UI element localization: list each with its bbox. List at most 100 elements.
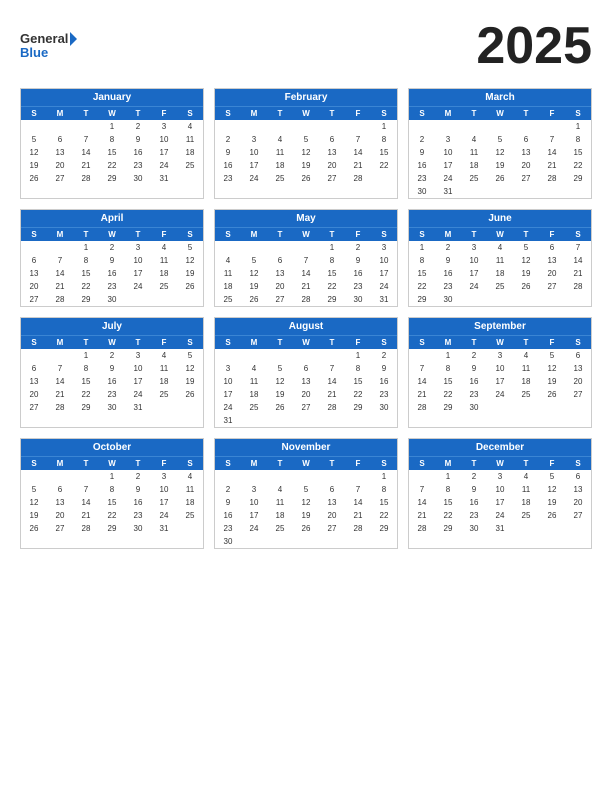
day-headers-row: SMTWTFS xyxy=(21,456,203,470)
day-cell: 27 xyxy=(47,522,73,535)
day-cell: 31 xyxy=(151,522,177,535)
day-cell: 13 xyxy=(47,496,73,509)
day-cell xyxy=(539,185,565,198)
day-cell: 8 xyxy=(371,483,397,496)
day-cell: 16 xyxy=(215,159,241,172)
day-cell: 4 xyxy=(241,362,267,375)
day-cell: 18 xyxy=(177,496,203,509)
day-cell: 29 xyxy=(73,293,99,306)
day-cell xyxy=(21,349,47,362)
day-cell: 26 xyxy=(487,172,513,185)
month-header-august: August xyxy=(215,318,397,335)
day-cell: 16 xyxy=(215,509,241,522)
days-grid: 1234567891011121314151617181920212223242… xyxy=(21,349,203,414)
day-cell: 4 xyxy=(267,133,293,146)
day-header-label: S xyxy=(177,228,203,241)
day-cell: 7 xyxy=(47,254,73,267)
month-header-november: November xyxy=(215,439,397,456)
day-cell: 11 xyxy=(461,146,487,159)
day-cell: 4 xyxy=(513,349,539,362)
day-header-label: F xyxy=(539,107,565,120)
day-cell: 5 xyxy=(21,483,47,496)
day-cell: 31 xyxy=(215,414,241,427)
days-grid: 1234567891011121314151617181920212223242… xyxy=(215,349,397,427)
day-cell: 1 xyxy=(371,470,397,483)
day-cell: 2 xyxy=(215,483,241,496)
day-cell: 21 xyxy=(345,159,371,172)
day-header-label: W xyxy=(99,336,125,349)
days-grid: 1234567891011121314151617181920212223242… xyxy=(409,120,591,198)
day-cell: 6 xyxy=(319,133,345,146)
day-cell: 3 xyxy=(215,362,241,375)
day-header-label: T xyxy=(461,336,487,349)
day-cell: 15 xyxy=(371,146,397,159)
day-header-label: F xyxy=(345,228,371,241)
day-headers-row: SMTWTFS xyxy=(21,335,203,349)
day-cell: 4 xyxy=(151,349,177,362)
day-cell: 27 xyxy=(565,509,591,522)
day-cell: 1 xyxy=(565,120,591,133)
day-header-label: T xyxy=(73,228,99,241)
day-headers-row: SMTWTFS xyxy=(215,335,397,349)
day-cell: 25 xyxy=(267,172,293,185)
day-header-label: S xyxy=(371,457,397,470)
day-header-label: S xyxy=(371,107,397,120)
day-cell: 24 xyxy=(435,172,461,185)
day-cell: 6 xyxy=(319,483,345,496)
day-header-label: T xyxy=(513,228,539,241)
day-cell: 20 xyxy=(565,496,591,509)
day-cell: 7 xyxy=(319,362,345,375)
day-header-label: W xyxy=(99,457,125,470)
day-cell: 11 xyxy=(513,362,539,375)
day-cell: 1 xyxy=(435,470,461,483)
day-cell: 3 xyxy=(151,120,177,133)
day-cell: 17 xyxy=(241,159,267,172)
day-cell: 1 xyxy=(99,470,125,483)
day-cell: 5 xyxy=(513,241,539,254)
day-header-label: W xyxy=(99,107,125,120)
day-header-label: M xyxy=(47,107,73,120)
day-cell: 14 xyxy=(293,267,319,280)
day-cell: 16 xyxy=(371,375,397,388)
day-cell xyxy=(319,120,345,133)
day-header-label: S xyxy=(21,228,47,241)
day-cell: 2 xyxy=(345,241,371,254)
logo-triangle-icon xyxy=(70,32,77,46)
month-november: NovemberSMTWTFS1234567891011121314151617… xyxy=(214,438,398,549)
month-april: AprilSMTWTFS1234567891011121314151617181… xyxy=(20,209,204,307)
day-header-label: F xyxy=(151,107,177,120)
day-header-label: S xyxy=(21,336,47,349)
day-header-label: T xyxy=(73,336,99,349)
day-cell: 10 xyxy=(487,483,513,496)
day-cell xyxy=(513,293,539,306)
day-cell: 29 xyxy=(435,401,461,414)
days-grid: 1234567891011121314151617181920212223242… xyxy=(21,241,203,306)
page-header: General Blue 2025 xyxy=(20,20,592,72)
day-cell: 31 xyxy=(487,522,513,535)
day-cell: 25 xyxy=(267,522,293,535)
days-grid: 1234567891011121314151617181920212223242… xyxy=(409,470,591,535)
day-cell: 25 xyxy=(151,388,177,401)
day-cell: 2 xyxy=(215,133,241,146)
day-cell: 18 xyxy=(177,146,203,159)
day-cell xyxy=(409,470,435,483)
day-cell: 10 xyxy=(151,483,177,496)
day-cell xyxy=(487,185,513,198)
day-cell: 5 xyxy=(539,470,565,483)
day-header-label: W xyxy=(99,228,125,241)
day-cell: 21 xyxy=(409,388,435,401)
day-header-label: S xyxy=(565,336,591,349)
day-cell: 31 xyxy=(371,293,397,306)
day-cell xyxy=(267,241,293,254)
day-cell: 9 xyxy=(435,254,461,267)
day-cell: 2 xyxy=(99,241,125,254)
day-header-label: T xyxy=(461,107,487,120)
day-cell xyxy=(47,349,73,362)
day-header-label: F xyxy=(539,336,565,349)
day-header-label: S xyxy=(371,336,397,349)
day-header-label: T xyxy=(513,457,539,470)
day-cell: 11 xyxy=(215,267,241,280)
day-cell: 21 xyxy=(539,159,565,172)
day-cell: 30 xyxy=(461,522,487,535)
day-cell: 30 xyxy=(99,293,125,306)
